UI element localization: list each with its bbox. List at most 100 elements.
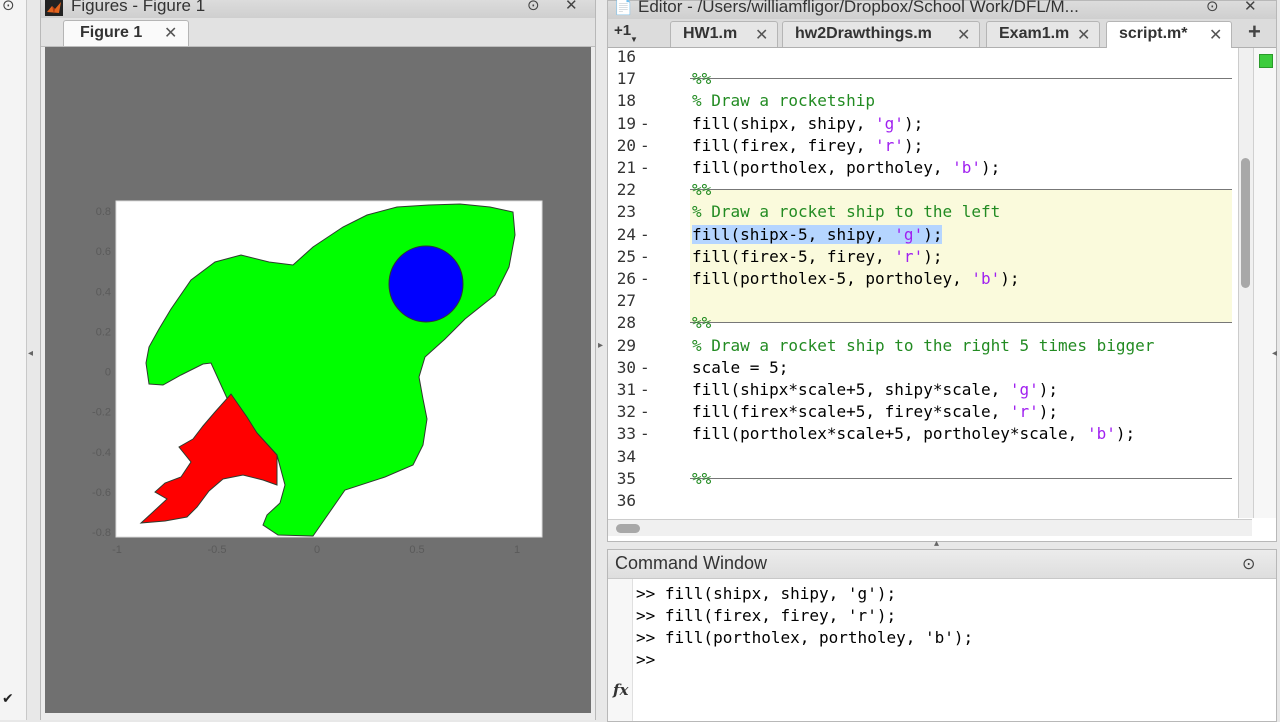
breakpoint-marker[interactable]: - [640,423,650,445]
breakpoint-marker[interactable]: - [640,268,650,290]
code-text: %% [692,468,712,488]
tab-close-icon[interactable]: ✕ [164,23,177,43]
editor-panel: 📄 Editor - /Users/williamfligor/Dropbox/… [607,0,1277,542]
code-line[interactable]: 28%% [608,312,1238,334]
editor-vertical-scroll-thumb[interactable] [1241,158,1250,288]
code-line[interactable]: 16 [608,48,1238,68]
editor-close-icon[interactable]: ✕ [1244,0,1257,15]
editor-tab-bar: +1 ▼ HW1.m ✕ hw2Drawthings.m ✕ Exam1.m ✕ scrip… [608,19,1276,49]
breakpoint-marker[interactable]: - [640,113,650,135]
code-line[interactable]: 18 % Draw a rocketship [608,90,1238,112]
figures-window-title: Figures - Figure 1 [71,0,206,15]
editor-tab-hw1-m[interactable]: HW1.m ✕ [670,21,778,47]
line-number: 18 [616,91,636,111]
line-number: 21 [616,158,636,177]
code-line[interactable]: 20- fill(firex, firey, 'r'); [608,135,1238,157]
breakpoint-marker[interactable]: - [640,135,650,157]
y-tick-labels: 0.8 0.6 0.4 0.2 0 -0.2 -0.4 -0.6 -0.8 [92,206,111,539]
editor-tab-label: HW1.m [683,25,738,42]
command-window: Command Window ⊙ fx >> fill(shipx, shipy… [607,549,1277,722]
breakpoint-marker[interactable]: - [640,357,650,379]
code-analyzer-bar [1253,48,1276,518]
editor-tab-label: script.m* [1119,25,1188,42]
editor-tab-script-m[interactable]: script.m* ✕ [1106,21,1232,49]
code-editor[interactable]: 16 17%% 18 % Draw a rocketship 19- fill(shipx… [608,48,1238,518]
code-text: fill(firex-5, firey, 'r'); [692,246,943,266]
figure-canvas[interactable]: 0.8 0.6 0.4 0.2 0 -0.2 -0.4 -0.6 -0.8 -1 -0.5 0 0.5… [45,47,591,713]
line-number: 34 [616,446,636,466]
command-prompt[interactable]: >> [636,649,655,671]
code-analyzer-status-icon[interactable] [1259,54,1273,68]
code-line[interactable]: 23 % Draw a rocket ship to the left [608,201,1238,223]
editor-vertical-scrollbar[interactable] [1238,48,1253,518]
code-line[interactable]: 26- fill(portholex-5, portholey, 'b'); [608,268,1238,290]
code-line[interactable]: 22%% [608,179,1238,201]
code-line[interactable]: 21- fill(portholex, portholey, 'b'); [608,157,1238,179]
code-text: % Draw a rocket ship to the right 5 time… [692,335,1155,355]
code-line[interactable]: 36 [608,490,1238,512]
figures-titlebar: Figures - Figure 1 ⊙ ✕ [41,0,595,18]
right-splitter-grip-icon[interactable]: ◂ [1272,348,1277,359]
line-number: 16 [616,48,636,66]
tab-close-icon[interactable]: ✕ [755,25,768,45]
code-text: fill(portholex*scale+5, portholey*scale,… [692,424,1136,444]
code-line[interactable]: 19- fill(shipx, shipy, 'g'); [608,113,1238,135]
x-tick-label: 1 [514,544,520,556]
editor-tab-hw2drawthings-m[interactable]: hw2Drawthings.m ✕ [782,21,980,47]
left-splitter-grip-icon[interactable]: ◂ [28,348,33,359]
line-number: 22 [616,180,636,200]
line-number: 29 [616,335,636,355]
breakpoint-marker[interactable]: - [640,246,650,268]
tab-overflow-button[interactable]: +1 [614,22,631,39]
left-panel-menu-icon[interactable]: ⊙ [2,0,15,14]
editor-titlebar: 📄 Editor - /Users/williamfligor/Dropbox/… [608,0,1276,19]
figures-menu-icon[interactable]: ⊙ [527,0,540,14]
function-browser-icon[interactable]: fx [613,681,628,699]
middle-splitter-grip-icon[interactable]: ▸ [598,340,603,351]
tab-close-icon[interactable]: ✕ [957,25,970,45]
code-line[interactable]: 35%% [608,468,1238,490]
line-number: 32 [616,402,636,422]
horizontal-splitter-grip-icon[interactable]: ▴ [934,538,939,549]
line-number: 31 [616,380,636,399]
code-text: %% [692,180,712,200]
tab-figure-1[interactable]: Figure 1 ✕ [63,20,189,46]
code-line[interactable]: 33- fill(portholex*scale+5, portholey*sca… [608,423,1238,445]
code-line[interactable]: 25- fill(firex-5, firey, 'r'); [608,246,1238,268]
figure-axes[interactable]: 0.8 0.6 0.4 0.2 0 -0.2 -0.4 -0.6 -0.8 -1 -0.5 0 0.5… [45,47,591,713]
y-tick-label: 0 [105,367,111,379]
editor-menu-icon[interactable]: ⊙ [1206,0,1219,15]
breakpoint-marker[interactable]: - [640,401,650,423]
code-line[interactable]: 32- fill(firex*scale+5, firey*scale, 'r')… [608,401,1238,423]
tab-close-icon[interactable]: ✕ [1209,25,1222,45]
x-tick-label: 0 [314,544,320,556]
code-line[interactable]: 17%% [608,68,1238,90]
code-text: % Draw a rocketship [692,91,876,111]
command-window-menu-icon[interactable]: ⊙ [1242,554,1255,574]
checkmark-icon: ✔ [2,690,14,706]
editor-tab-exam1-m[interactable]: Exam1.m ✕ [986,21,1100,47]
code-line[interactable]: 31- fill(shipx*scale+5, shipy*scale, 'g')… [608,379,1238,401]
figures-close-icon[interactable]: ✕ [565,0,578,14]
line-number: 27 [616,291,636,311]
line-number: 23 [616,202,636,222]
code-line[interactable]: 27 [608,290,1238,312]
code-line[interactable]: 24- fill(shipx-5, shipy, 'g'); [608,224,1238,246]
breakpoint-marker[interactable]: - [640,224,650,246]
x-tick-label: -1 [112,544,122,556]
breakpoint-marker[interactable]: - [640,379,650,401]
add-tab-button[interactable]: + [1248,19,1261,45]
matlab-logo-icon [45,0,63,16]
tab-overflow-arrow-icon[interactable]: ▼ [630,35,638,44]
editor-horizontal-scrollbar[interactable] [608,519,1252,536]
breakpoint-marker[interactable]: - [640,157,650,179]
editor-horizontal-scroll-thumb[interactable] [616,524,640,533]
editor-tab-label: hw2Drawthings.m [795,25,932,42]
code-text: scale = 5; [692,357,789,377]
line-number: 33 [616,424,636,444]
code-line[interactable]: 29 % Draw a rocket ship to the right 5 ti… [608,335,1238,357]
code-line[interactable]: 34 [608,446,1238,468]
code-line[interactable]: 30- scale = 5; [608,357,1238,379]
tab-close-icon[interactable]: ✕ [1077,25,1090,45]
line-number: 19 [616,113,636,133]
